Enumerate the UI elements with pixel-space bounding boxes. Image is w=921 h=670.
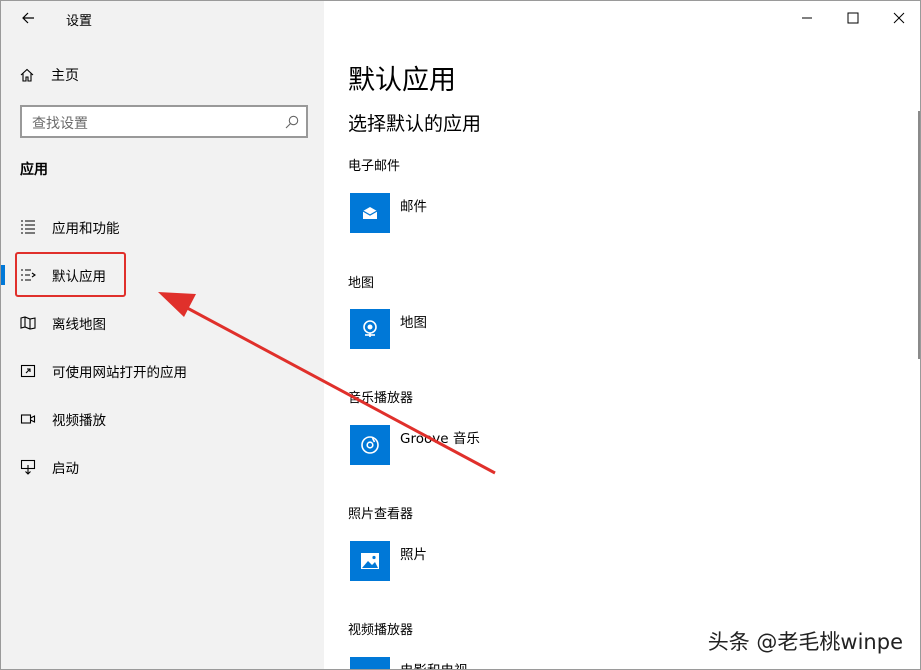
title-bar: 设置 [1,1,324,35]
section-heading: 应用 [20,162,48,178]
back-button[interactable] [17,7,39,29]
page-title: 默认应用 [348,65,456,96]
category-label-video: 视频播放器 [348,623,414,638]
watermark: 头条 @老毛桃winpe [707,630,903,654]
maps-icon [350,309,390,349]
movies-tv-icon [350,657,390,669]
search-icon [285,115,299,129]
search-placeholder: 查找设置 [32,116,88,132]
app-name: 地图 [400,315,427,331]
category-label-music: 音乐播放器 [348,391,414,406]
home-icon [17,65,37,85]
sidebar-item-label: 离线地图 [52,317,106,333]
minimize-button[interactable] [784,1,830,35]
search-input[interactable]: 查找设置 [20,105,308,138]
list-icon [19,218,37,236]
close-button[interactable] [876,1,920,35]
app-name: 邮件 [400,199,427,215]
default-app-music[interactable]: Groove 音乐 [350,425,480,465]
category-label-maps: 地图 [348,276,375,291]
groove-music-icon [350,425,390,465]
sidebar-item-apps-features[interactable]: 应用和功能 [1,207,324,247]
sidebar-item-offline-maps[interactable]: 离线地图 [1,303,324,343]
category-label-email: 电子邮件 [348,159,401,174]
sidebar: 设置 主页 查找设置 应用 应用和功能 默认应用 离线地图 可使用网站打开的应用… [1,1,324,669]
main-content: 默认应用 选择默认的应用 电子邮件 邮件 地图 地图 音乐播放器 Groove … [324,1,920,669]
open-external-icon [19,362,37,380]
app-name: Groove 音乐 [400,431,480,447]
settings-window: 设置 主页 查找设置 应用 应用和功能 默认应用 离线地图 可使用网站打开的应用… [0,0,921,670]
sidebar-item-video-playback[interactable]: 视频播放 [1,399,324,439]
home-link[interactable]: 主页 [17,63,79,87]
page-subtitle: 选择默认的应用 [348,113,482,135]
mail-icon [350,193,390,233]
map-icon [19,314,37,332]
annotation-highlight-box [15,252,126,297]
sidebar-item-apps-for-websites[interactable]: 可使用网站打开的应用 [1,351,324,391]
default-app-maps[interactable]: 地图 [350,309,427,349]
default-app-photos[interactable]: 照片 [350,541,427,581]
category-label-photos: 照片查看器 [348,507,414,522]
photos-icon [350,541,390,581]
back-arrow-icon [22,12,34,24]
video-icon [19,410,37,428]
app-name: 照片 [400,547,427,563]
startup-icon [19,458,37,476]
sidebar-item-label: 启动 [52,461,79,477]
maximize-icon [847,12,859,24]
app-name: 电影和电视 [400,659,468,669]
default-app-email[interactable]: 邮件 [350,193,427,233]
sidebar-item-label: 可使用网站打开的应用 [52,365,187,381]
close-icon [893,12,905,24]
sidebar-item-label: 应用和功能 [52,221,120,237]
window-title: 设置 [66,14,93,29]
maximize-button[interactable] [830,1,876,35]
home-label: 主页 [51,68,79,84]
minimize-icon [802,17,812,19]
window-controls [784,1,920,35]
default-app-video[interactable]: 电影和电视 [350,657,468,669]
sidebar-item-label: 视频播放 [52,413,106,429]
sidebar-item-startup[interactable]: 启动 [1,447,324,487]
